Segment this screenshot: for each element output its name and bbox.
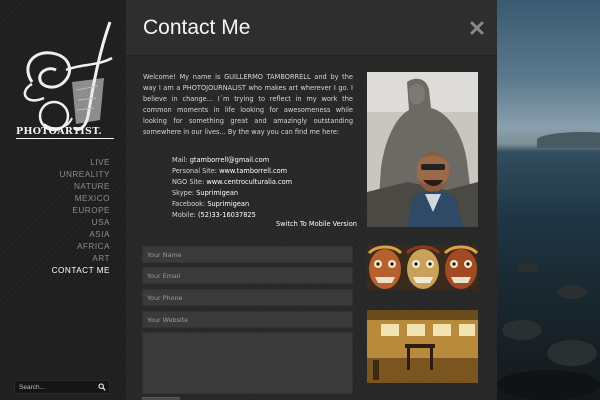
phone-field[interactable]	[142, 289, 353, 306]
background-rock	[547, 340, 597, 366]
contact-label: Facebook:	[172, 200, 208, 208]
sidebar: PHOTOARTIST. LIVE UNREALITY NATURE MEXIC…	[0, 0, 126, 400]
background-rock	[497, 370, 600, 400]
contact-label: NGO Site:	[172, 178, 207, 186]
contact-list: Mail: gtamborrell@gmail.com Personal Sit…	[172, 155, 292, 221]
contact-personal-site-value[interactable]: www.tamborrell.com	[219, 167, 287, 175]
nav-item-africa[interactable]: AFRICA	[52, 241, 110, 253]
background-rock	[517, 262, 539, 272]
contact-facebook: Facebook: Suprimigean	[172, 199, 292, 210]
panel-header: Contact Me	[126, 0, 497, 56]
background-rock	[502, 320, 542, 340]
nav-item-asia[interactable]: ASIA	[52, 229, 110, 241]
contact-mail: Mail: gtamborrell@gmail.com	[172, 155, 292, 166]
contact-skype-value: Suprimigean	[196, 189, 239, 197]
contact-facebook-value[interactable]: Suprimigean	[207, 200, 249, 208]
logo-monogram-icon[interactable]	[14, 20, 116, 142]
contact-ngo-site: NGO Site: www.centroculturalia.com	[172, 177, 292, 188]
page-title: Contact Me	[143, 16, 251, 39]
content-panel: Contact Me Welcome! My name is GUILLERMO…	[126, 0, 497, 400]
nav-item-live[interactable]: LIVE	[52, 157, 110, 169]
contact-mail-value[interactable]: gtamborrell@gmail.com	[190, 156, 269, 164]
logo-text[interactable]: PHOTOARTIST.	[16, 126, 114, 139]
intro-text: Welcome! My name is GUILLERMO TAMBORRELL…	[143, 73, 353, 136]
contact-label: Skype:	[172, 189, 197, 197]
photo-portrait-buddha[interactable]	[367, 72, 478, 227]
search-box	[14, 380, 110, 394]
contact-mobile-value: (52)33-16037825	[197, 211, 256, 219]
nav-item-art[interactable]: ART	[52, 253, 110, 265]
photo-masks[interactable]	[367, 245, 478, 290]
photo-room-table[interactable]	[367, 310, 478, 383]
background-seascape	[497, 0, 600, 400]
nav-item-europe[interactable]: EUROPE	[52, 205, 110, 217]
close-icon[interactable]	[470, 20, 484, 35]
contact-mobile: Mobile: (52)33-16037825	[172, 210, 292, 221]
contact-label: Mobile:	[172, 211, 198, 219]
background-mountain	[537, 132, 600, 148]
nav-item-contact-me[interactable]: CONTACT ME	[52, 265, 110, 277]
name-field[interactable]	[142, 246, 353, 263]
email-field[interactable]	[142, 267, 353, 284]
switch-mobile-link[interactable]: Switch To Mobile Version	[276, 220, 357, 228]
nav-item-usa[interactable]: USA	[52, 217, 110, 229]
nav-item-mexico[interactable]: MEXICO	[52, 193, 110, 205]
website-field[interactable]	[142, 311, 353, 328]
background-rock	[557, 285, 587, 299]
nav-item-nature[interactable]: NATURE	[52, 181, 110, 193]
contact-personal-site: Personal Site: www.tamborrell.com	[172, 166, 292, 177]
contact-label: Mail:	[172, 156, 190, 164]
main-nav: LIVE UNREALITY NATURE MEXICO EUROPE USA …	[52, 157, 110, 277]
message-field[interactable]	[142, 332, 353, 394]
nav-item-unreality[interactable]: UNREALITY	[52, 169, 110, 181]
search-icon[interactable]	[95, 381, 109, 393]
contact-skype: Skype: Suprimigean	[172, 188, 292, 199]
search-input[interactable]	[15, 383, 95, 391]
contact-label: Personal Site:	[172, 167, 220, 175]
contact-ngo-site-value[interactable]: www.centroculturalia.com	[206, 178, 292, 186]
